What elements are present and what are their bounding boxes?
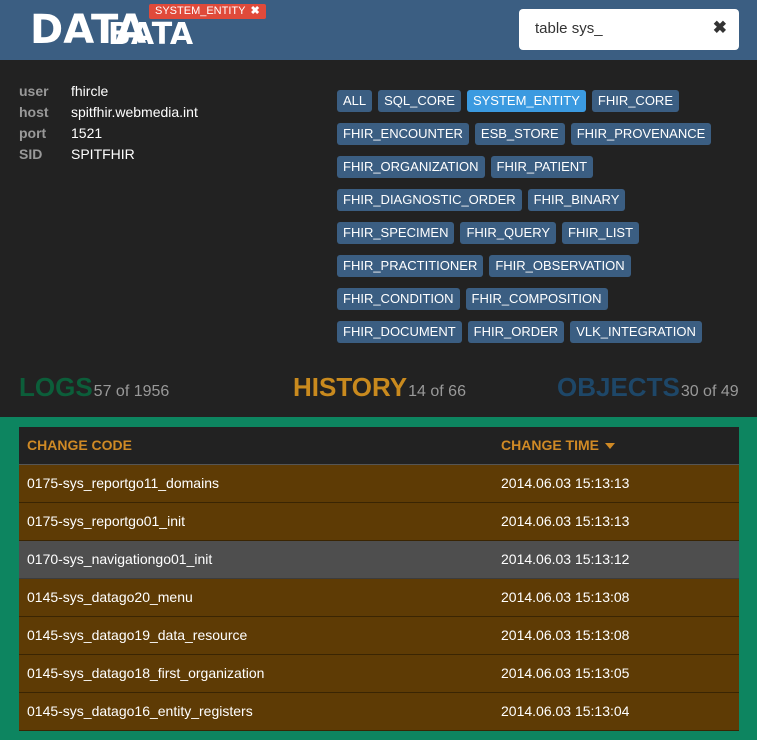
tab-objects[interactable]: OBJECTS30 of 49 bbox=[557, 372, 739, 403]
remove-entity-icon[interactable]: ✖ bbox=[250, 5, 259, 17]
connection-row: SID SPITFHIR bbox=[19, 144, 198, 165]
connection-value: SPITFHIR bbox=[71, 146, 135, 162]
change-time-cell: 2014.06.03 15:13:05 bbox=[501, 665, 630, 681]
change-code-cell: 0145-sys_datago19_data_resource bbox=[27, 627, 248, 643]
connection-value: 1521 bbox=[71, 125, 103, 141]
tag-fhir-organization[interactable]: FHIR_ORGANIZATION bbox=[337, 156, 485, 178]
change-time-cell: 2014.06.03 15:13:13 bbox=[501, 513, 630, 529]
table-body: 0175-sys_reportgo11_domains 2014.06.03 15… bbox=[19, 465, 739, 731]
connection-key: user bbox=[19, 83, 49, 99]
tag-fhir-condition[interactable]: FHIR_CONDITION bbox=[337, 288, 460, 310]
tag-all[interactable]: ALL bbox=[337, 90, 373, 112]
table-row[interactable]: 0175-sys_reportgo11_domains 2014.06.03 15… bbox=[19, 465, 739, 503]
table-row[interactable]: 0175-sys_reportgo01_init 2014.06.03 15:13… bbox=[19, 503, 739, 541]
tag-fhir-order[interactable]: FHIR_ORDER bbox=[467, 321, 565, 343]
change-code-cell: 0145-sys_datago16_entity_registers bbox=[27, 703, 253, 719]
tab-history-label: HISTORY bbox=[293, 372, 408, 402]
connection-value: spitfhir.webmedia.int bbox=[71, 104, 198, 120]
connection-key: SID bbox=[19, 146, 43, 162]
tag-fhir-practitioner[interactable]: FHIR_PRACTITIONER bbox=[337, 255, 484, 277]
change-code-cell: 0175-sys_reportgo11_domains bbox=[27, 475, 219, 491]
change-time-cell: 2014.06.03 15:13:08 bbox=[501, 589, 630, 605]
tag-fhir-composition[interactable]: FHIR_COMPOSITION bbox=[465, 288, 608, 310]
tag-fhir-core[interactable]: FHIR_CORE bbox=[591, 90, 679, 112]
sort-desc-icon bbox=[605, 443, 615, 450]
active-entity-badge[interactable]: SYSTEM_ENTITY ✖ bbox=[149, 4, 266, 19]
connection-row: user fhircle bbox=[19, 81, 198, 102]
logo-word-bata: BATA bbox=[108, 17, 194, 52]
change-time-cell: 2014.06.03 15:13:08 bbox=[501, 627, 630, 643]
change-time-cell: 2014.06.03 15:13:04 bbox=[501, 703, 630, 719]
tag-row: FHIR_ENCOUNTER ESB_STORE FHIR_PROVENANCE bbox=[337, 123, 737, 156]
change-code-cell: 0145-sys_datago18_first_organization bbox=[27, 665, 265, 681]
column-change-time[interactable]: CHANGE TIME bbox=[501, 427, 615, 464]
tab-history-count: 14 of 66 bbox=[408, 383, 466, 400]
change-code-cell: 0175-sys_reportgo01_init bbox=[27, 513, 185, 529]
tag-fhir-observation[interactable]: FHIR_OBSERVATION bbox=[489, 255, 631, 277]
tab-objects-count: 30 of 49 bbox=[680, 383, 739, 400]
tag-row: FHIR_CONDITION FHIR_COMPOSITION bbox=[337, 288, 737, 321]
tag-row: FHIR_SPECIMEN FHIR_QUERY FHIR_LIST bbox=[337, 222, 737, 255]
table-row[interactable]: 0170-sys_navigationgo01_init 2014.06.03 1… bbox=[19, 541, 739, 579]
connection-value: fhircle bbox=[71, 83, 109, 99]
tab-logs-label: LOGS bbox=[19, 372, 93, 402]
search-input[interactable] bbox=[535, 20, 705, 37]
tab-objects-label: OBJECTS bbox=[557, 372, 680, 402]
table-row[interactable]: 0145-sys_datago20_menu 2014.06.03 15:13:0… bbox=[19, 579, 739, 617]
clear-search-icon[interactable]: ✖ bbox=[713, 18, 727, 38]
connection-key: host bbox=[19, 104, 49, 120]
table-row[interactable]: 0145-sys_datago18_first_organization 2014… bbox=[19, 655, 739, 693]
tag-vlk-integration[interactable]: VLK_INTEGRATION bbox=[570, 321, 702, 343]
connection-info: user fhircle host spitfhir.webmedia.int port… bbox=[19, 81, 198, 165]
tag-row: FHIR_DOCUMENT FHIR_ORDER VLK_INTEGRATION bbox=[337, 321, 737, 354]
tag-fhir-query[interactable]: FHIR_QUERY bbox=[460, 222, 557, 244]
change-code-cell: 0170-sys_navigationgo01_init bbox=[27, 551, 213, 567]
tag-fhir-document[interactable]: FHIR_DOCUMENT bbox=[337, 321, 462, 343]
tag-row: FHIR_DIAGNOSTIC_ORDER FHIR_BINARY bbox=[337, 189, 737, 222]
search-box: ✖ bbox=[519, 9, 739, 50]
tag-fhir-provenance[interactable]: FHIR_PROVENANCE bbox=[570, 123, 712, 145]
connection-key: port bbox=[19, 125, 47, 141]
tab-logs-count: 57 of 1956 bbox=[93, 383, 170, 400]
connection-row: host spitfhir.webmedia.int bbox=[19, 102, 198, 123]
tag-esb-store[interactable]: ESB_STORE bbox=[474, 123, 565, 145]
column-change-code[interactable]: CHANGE CODE bbox=[27, 427, 132, 464]
tag-row: FHIR_ORGANIZATION FHIR_PATIENT bbox=[337, 156, 737, 189]
tag-fhir-binary[interactable]: FHIR_BINARY bbox=[527, 189, 626, 211]
tag-fhir-diagnostic-order[interactable]: FHIR_DIAGNOSTIC_ORDER bbox=[337, 189, 522, 211]
history-table: CHANGE CODE CHANGE TIME 0175-sys_reportg… bbox=[19, 427, 739, 731]
change-time-cell: 2014.06.03 15:13:12 bbox=[501, 551, 630, 567]
change-time-cell: 2014.06.03 15:13:13 bbox=[501, 475, 630, 491]
tag-row: ALL SQL_CORE SYSTEM_ENTITY FHIR_CORE bbox=[337, 90, 737, 123]
tab-history[interactable]: HISTORY14 of 66 bbox=[293, 372, 466, 403]
table-header: CHANGE CODE CHANGE TIME bbox=[19, 427, 739, 465]
tag-row: FHIR_PRACTITIONER FHIR_OBSERVATION bbox=[337, 255, 737, 288]
change-code-cell: 0145-sys_datago20_menu bbox=[27, 589, 193, 605]
tag-fhir-list[interactable]: FHIR_LIST bbox=[562, 222, 640, 244]
connection-row: port 1521 bbox=[19, 123, 198, 144]
app-header: DATA BATA SYSTEM_ENTITY✖ ✖ bbox=[0, 0, 757, 60]
tag-sql-core[interactable]: SQL_CORE bbox=[378, 90, 461, 112]
table-row[interactable]: 0145-sys_datago16_entity_registers 2014.0… bbox=[19, 693, 739, 731]
tag-fhir-patient[interactable]: FHIR_PATIENT bbox=[490, 156, 594, 178]
history-panel: CHANGE CODE CHANGE TIME 0175-sys_reportg… bbox=[0, 417, 757, 740]
schema-tag-list: ALL SQL_CORE SYSTEM_ENTITY FHIR_CORE FHIR_EN… bbox=[337, 90, 737, 354]
tag-fhir-specimen[interactable]: FHIR_SPECIMEN bbox=[337, 222, 455, 244]
active-entity-label: SYSTEM_ENTITY bbox=[155, 5, 246, 17]
tab-logs[interactable]: LOGS57 of 1956 bbox=[19, 372, 169, 403]
tag-system-entity[interactable]: SYSTEM_ENTITY bbox=[466, 90, 586, 112]
table-row[interactable]: 0145-sys_datago19_data_resource 2014.06.0… bbox=[19, 617, 739, 655]
column-change-time-label: CHANGE TIME bbox=[501, 437, 599, 453]
tag-fhir-encounter[interactable]: FHIR_ENCOUNTER bbox=[337, 123, 469, 145]
